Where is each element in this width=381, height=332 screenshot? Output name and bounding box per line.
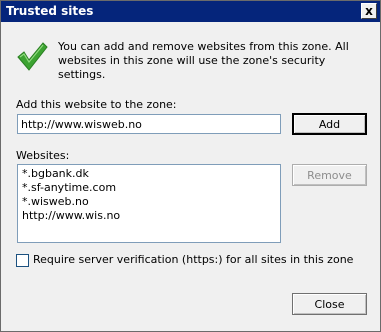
list-item[interactable]: http://www.wis.no	[22, 209, 276, 223]
https-verification-checkbox[interactable]	[16, 254, 29, 267]
list-item[interactable]: *.sf-anytime.com	[22, 181, 276, 195]
close-icon: x	[365, 4, 373, 18]
website-url-input[interactable]	[17, 114, 281, 134]
window-title: Trusted sites	[6, 4, 94, 18]
close-button[interactable]: Close	[292, 293, 367, 315]
websites-listbox[interactable]: *.bgbank.dk *.sf-anytime.com *.wisweb.no…	[17, 164, 281, 243]
websites-label: Websites:	[16, 149, 70, 162]
close-window-button[interactable]: x	[361, 3, 377, 19]
check-icon	[17, 42, 48, 71]
intro-text: You can add and remove websites from thi…	[58, 40, 349, 81]
list-item[interactable]: *.bgbank.dk	[22, 167, 276, 181]
add-website-label: Add this website to the zone:	[16, 98, 177, 111]
trusted-sites-dialog: Trusted sites x You can add and remove w…	[0, 0, 381, 332]
https-verification-label[interactable]: Require server verification (https:) for…	[33, 253, 353, 266]
add-button[interactable]: Add	[292, 113, 367, 135]
title-bar[interactable]: Trusted sites x	[1, 1, 380, 22]
list-item[interactable]: *.wisweb.no	[22, 195, 276, 209]
remove-button[interactable]: Remove	[292, 164, 367, 186]
